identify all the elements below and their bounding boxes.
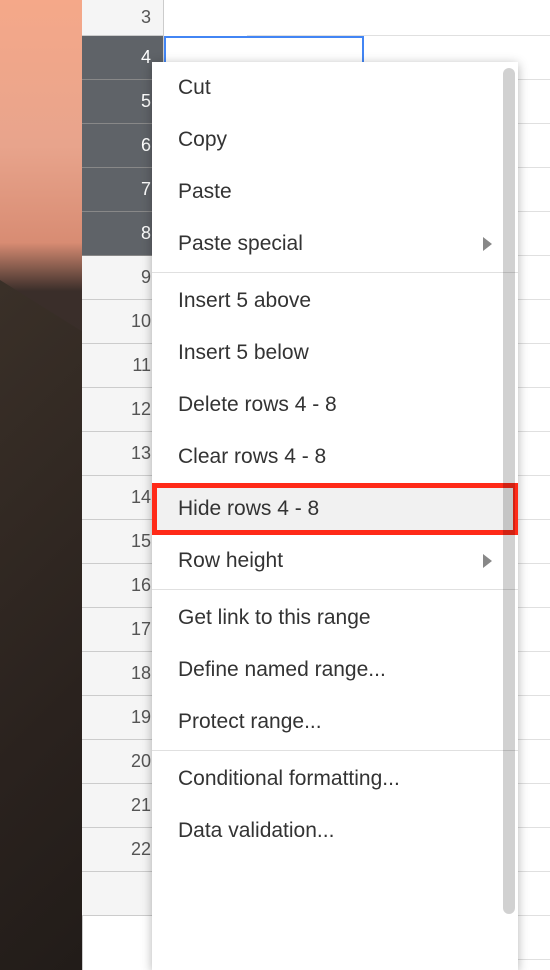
context-menu: Cut Copy Paste Paste special Insert 5 ab… — [152, 62, 518, 970]
menu-item-insert-above[interactable]: Insert 5 above — [152, 275, 518, 327]
menu-item-paste[interactable]: Paste — [152, 166, 518, 218]
menu-label: Paste special — [178, 232, 303, 256]
row-header[interactable]: 3 — [82, 0, 164, 36]
menu-label: Row height — [178, 549, 283, 573]
scrollbar-thumb[interactable] — [503, 68, 515, 914]
chevron-right-icon — [483, 237, 492, 251]
menu-item-hide-rows[interactable]: Hide rows 4 - 8 — [152, 483, 518, 535]
menu-item-paste-special[interactable]: Paste special — [152, 218, 518, 270]
menu-divider — [152, 589, 518, 590]
menu-divider — [152, 272, 518, 273]
menu-item-protect-range[interactable]: Protect range... — [152, 696, 518, 748]
menu-item-get-link[interactable]: Get link to this range — [152, 592, 518, 644]
menu-divider — [152, 750, 518, 751]
menu-item-copy[interactable]: Copy — [152, 114, 518, 166]
menu-item-named-range[interactable]: Define named range... — [152, 644, 518, 696]
scrollbar-track[interactable] — [503, 68, 515, 964]
chevron-right-icon — [483, 554, 492, 568]
menu-item-cut[interactable]: Cut — [152, 62, 518, 114]
menu-item-conditional-formatting[interactable]: Conditional formatting... — [152, 753, 518, 805]
menu-item-insert-below[interactable]: Insert 5 below — [152, 327, 518, 379]
menu-item-clear-rows[interactable]: Clear rows 4 - 8 — [152, 431, 518, 483]
menu-item-delete-rows[interactable]: Delete rows 4 - 8 — [152, 379, 518, 431]
menu-item-data-validation[interactable]: Data validation... — [152, 805, 518, 857]
menu-item-row-height[interactable]: Row height — [152, 535, 518, 587]
